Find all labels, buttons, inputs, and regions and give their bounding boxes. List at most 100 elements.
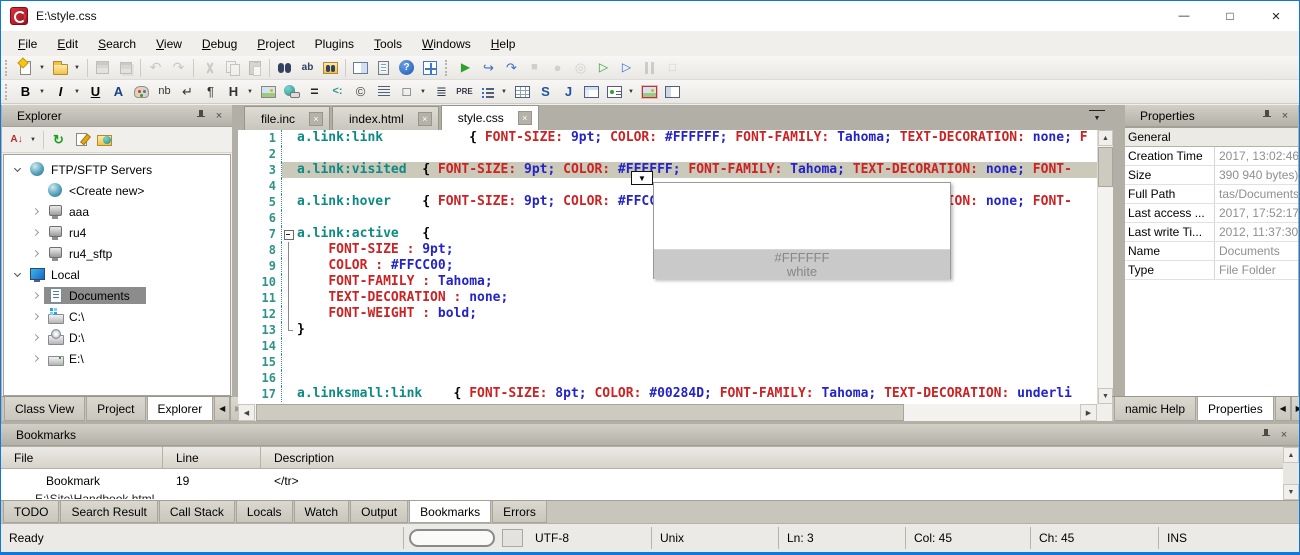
paragraph-button[interactable]: ¶ [200, 81, 221, 103]
fold-end-icon[interactable] [282, 322, 295, 338]
color-palette-button[interactable] [131, 81, 152, 103]
bookmark-row[interactable]: Bookmark19</tr> [1, 469, 1283, 492]
horizontal-rule-button[interactable]: = [304, 81, 325, 103]
fold-line-icon[interactable] [282, 290, 295, 306]
menu-windows[interactable]: Windows [412, 34, 481, 54]
align-lines-button[interactable]: ≣ [431, 81, 452, 103]
scroll-track[interactable] [904, 404, 1080, 421]
code-line-3[interactable]: 3a.link:visited { FONT-SIZE: 9pt; COLOR:… [238, 162, 1097, 178]
help-button[interactable]: ? [396, 57, 417, 79]
open-file-button[interactable] [50, 57, 71, 79]
insert-link-button[interactable] [281, 81, 302, 103]
copy-button[interactable] [221, 57, 242, 79]
insert-list-button[interactable] [477, 81, 498, 103]
bookmarks-column-line[interactable]: Line [163, 447, 261, 468]
tab-close-icon[interactable]: × [309, 112, 323, 126]
closed-chevron-icon[interactable] [26, 314, 44, 319]
tab-close-icon[interactable]: × [518, 111, 532, 125]
fold-line-icon[interactable] [282, 242, 295, 258]
form-dropdown[interactable]: ▼ [626, 81, 636, 103]
split-view-button[interactable] [350, 57, 371, 79]
properties-tab-namic-help[interactable]: namic Help [1114, 397, 1196, 421]
property-row-full-path[interactable]: Full Pathtas/Documents [1125, 185, 1298, 204]
explorer-tab-explorer[interactable]: Explorer [147, 397, 214, 421]
horizontal-scroll-thumb[interactable] [256, 404, 904, 421]
properties-scroll-right-icon[interactable]: ▶ [1291, 397, 1300, 421]
run-tool-button[interactable]: ▷ [616, 57, 637, 79]
status-encoding-cell[interactable]: UTF-8 [404, 524, 651, 552]
code-line-1[interactable]: 1a.link:link { FONT-SIZE: 9pt; COLOR: #F… [238, 130, 1097, 146]
reformat-document-button[interactable] [373, 57, 394, 79]
sort-az-dropdown[interactable]: ▼ [28, 129, 38, 151]
tool-tab-watch[interactable]: Watch [294, 501, 350, 523]
tree-item-ru4-sftp[interactable]: ru4_sftp [4, 243, 230, 264]
run-to-cursor-button[interactable]: ◎ [570, 57, 591, 79]
javascript-button[interactable]: J [558, 81, 579, 103]
stop-debug-button[interactable]: ■ [524, 57, 545, 79]
fold-open-icon[interactable] [282, 226, 295, 242]
page-layout-button[interactable] [662, 81, 683, 103]
tree-item-documents[interactable]: Documents [4, 285, 230, 306]
code-line-12[interactable]: 12 FONT-WEIGHT : bold; [238, 306, 1097, 322]
align-center-button[interactable] [373, 81, 394, 103]
code-line-16[interactable]: 16 [238, 370, 1097, 386]
menu-edit[interactable]: Edit [47, 34, 88, 54]
scroll-up-icon[interactable]: ▲ [1098, 130, 1113, 146]
scroll-up-icon[interactable]: ▲ [1283, 447, 1299, 463]
code-line-17[interactable]: 17a.linksmall:link { FONT-SIZE: 8pt; COL… [238, 386, 1097, 402]
vertical-scroll-thumb[interactable] [1098, 147, 1113, 187]
code-line-14[interactable]: 14 [238, 338, 1097, 354]
run-script-button[interactable]: ▷ [593, 57, 614, 79]
insert-symbol-button[interactable]: © [350, 81, 371, 103]
scroll-right-icon[interactable]: ▶ [1080, 404, 1097, 421]
underline-button[interactable]: U [85, 81, 106, 103]
tree-item-ru4[interactable]: ru4 [4, 222, 230, 243]
properties-section-general[interactable]: General [1125, 128, 1298, 147]
closed-chevron-icon[interactable] [26, 293, 44, 298]
explorer-scroll-left-icon[interactable]: ◀ [214, 397, 230, 421]
tree-item-c[interactable]: C:\ [4, 306, 230, 327]
tree-item-ftp-sftp-servers[interactable]: FTP/SFTP Servers [4, 159, 230, 180]
replace-button[interactable]: ab [297, 57, 318, 79]
new-file-button[interactable] [15, 57, 36, 79]
tree-item-local[interactable]: Local [4, 264, 230, 285]
properties-scroll-left-icon[interactable]: ◀ [1275, 397, 1291, 421]
save-all-button[interactable] [115, 57, 136, 79]
tool-tab-output[interactable]: Output [350, 501, 408, 523]
tab-close-icon[interactable]: × [418, 112, 432, 126]
heading-button[interactable]: H [223, 81, 244, 103]
line-break-button[interactable]: ↵ [177, 81, 198, 103]
insert-image-button[interactable] [258, 81, 279, 103]
closed-chevron-icon[interactable] [26, 230, 44, 235]
close-button[interactable]: × [1253, 1, 1299, 31]
form-button[interactable] [604, 81, 625, 103]
scroll-left-icon[interactable]: ◀ [238, 404, 255, 421]
open-file-dropdown[interactable]: ▼ [72, 57, 82, 79]
step-over-button[interactable]: ↷ [501, 57, 522, 79]
run-button[interactable]: ▶ [455, 57, 476, 79]
sort-az-button[interactable]: A↓ [6, 129, 27, 151]
properties-pin-button[interactable] [1258, 108, 1276, 124]
italic-dropdown[interactable]: ▼ [72, 81, 82, 103]
property-row-size[interactable]: Size390 940 bytes) [1125, 166, 1298, 185]
tool-tab-search-result[interactable]: Search Result [60, 501, 157, 523]
pause-button[interactable] [639, 57, 660, 79]
tool-tab-todo[interactable]: TODO [3, 501, 59, 523]
menu-tools[interactable]: Tools [364, 34, 412, 54]
italic-button[interactable]: I [50, 81, 71, 103]
tree-item-aaa[interactable]: aaa [4, 201, 230, 222]
redo-button[interactable]: ↷ [168, 57, 189, 79]
tool-tab-bookmarks[interactable]: Bookmarks [409, 501, 491, 523]
menu-help[interactable]: Help [481, 34, 526, 54]
bold-dropdown[interactable]: ▼ [37, 81, 47, 103]
eol-format-value[interactable]: Unix [652, 524, 778, 552]
menu-file[interactable]: File [8, 34, 47, 54]
tool-tab-errors[interactable]: Errors [492, 501, 547, 523]
toggle-breakpoint-button[interactable]: ● [547, 57, 568, 79]
tree-item-d[interactable]: D:\ [4, 327, 230, 348]
fold-line-icon[interactable] [282, 306, 295, 322]
property-row-creation-time[interactable]: Creation Time2017, 13:02:46 [1125, 147, 1298, 166]
open-chevron-icon[interactable] [8, 169, 26, 171]
closed-chevron-icon[interactable] [26, 356, 44, 361]
open-chevron-icon[interactable] [8, 274, 26, 276]
